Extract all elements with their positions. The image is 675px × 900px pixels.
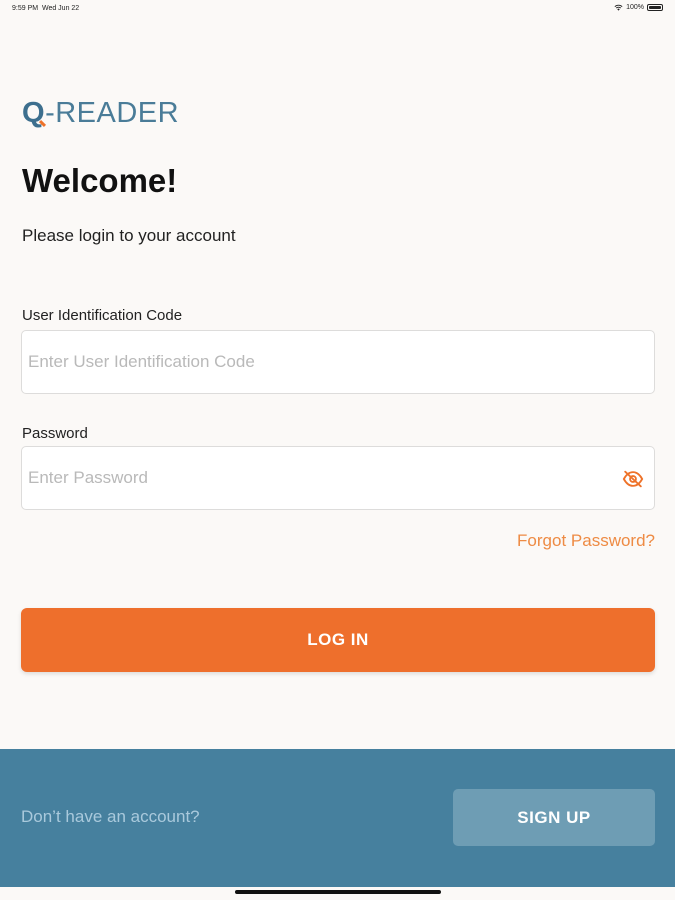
- user-code-input[interactable]: [22, 331, 654, 393]
- eye-off-icon[interactable]: [622, 469, 644, 489]
- page-title: Welcome!: [22, 162, 178, 199]
- signup-button[interactable]: SIGN UP: [453, 789, 655, 846]
- status-clock: 9:59 PM: [12, 5, 39, 12]
- signup-footer: Don’t have an account? SIGN UP: [0, 749, 675, 887]
- user-code-label: User Identification Code: [22, 307, 183, 324]
- logo-wordmark: -READER: [45, 96, 180, 129]
- app-logo: Q -READER: [22, 96, 179, 130]
- password-field-box: [21, 446, 655, 510]
- status-bar: 9:59 PM Wed Jun 22 100%: [0, 0, 675, 18]
- user-code-field-box: [21, 330, 655, 394]
- logo-q: Q: [22, 96, 46, 129]
- page-subtitle: Please login to your account: [22, 226, 236, 245]
- forgot-password-link[interactable]: Forgot Password?: [517, 531, 655, 551]
- battery-percent: 100%: [626, 4, 644, 11]
- password-input[interactable]: [22, 447, 654, 509]
- password-label: Password: [22, 425, 88, 442]
- wifi-icon: [614, 4, 623, 11]
- status-date: Wed Jun 22: [41, 5, 80, 12]
- status-indicators: 100%: [614, 4, 663, 11]
- home-indicator: [235, 890, 441, 894]
- login-button[interactable]: LOG IN: [21, 608, 655, 672]
- status-time: 9:59 PM Wed Jun 22: [12, 5, 79, 12]
- signup-prompt: Don’t have an account?: [21, 807, 200, 826]
- battery-icon: [647, 4, 663, 11]
